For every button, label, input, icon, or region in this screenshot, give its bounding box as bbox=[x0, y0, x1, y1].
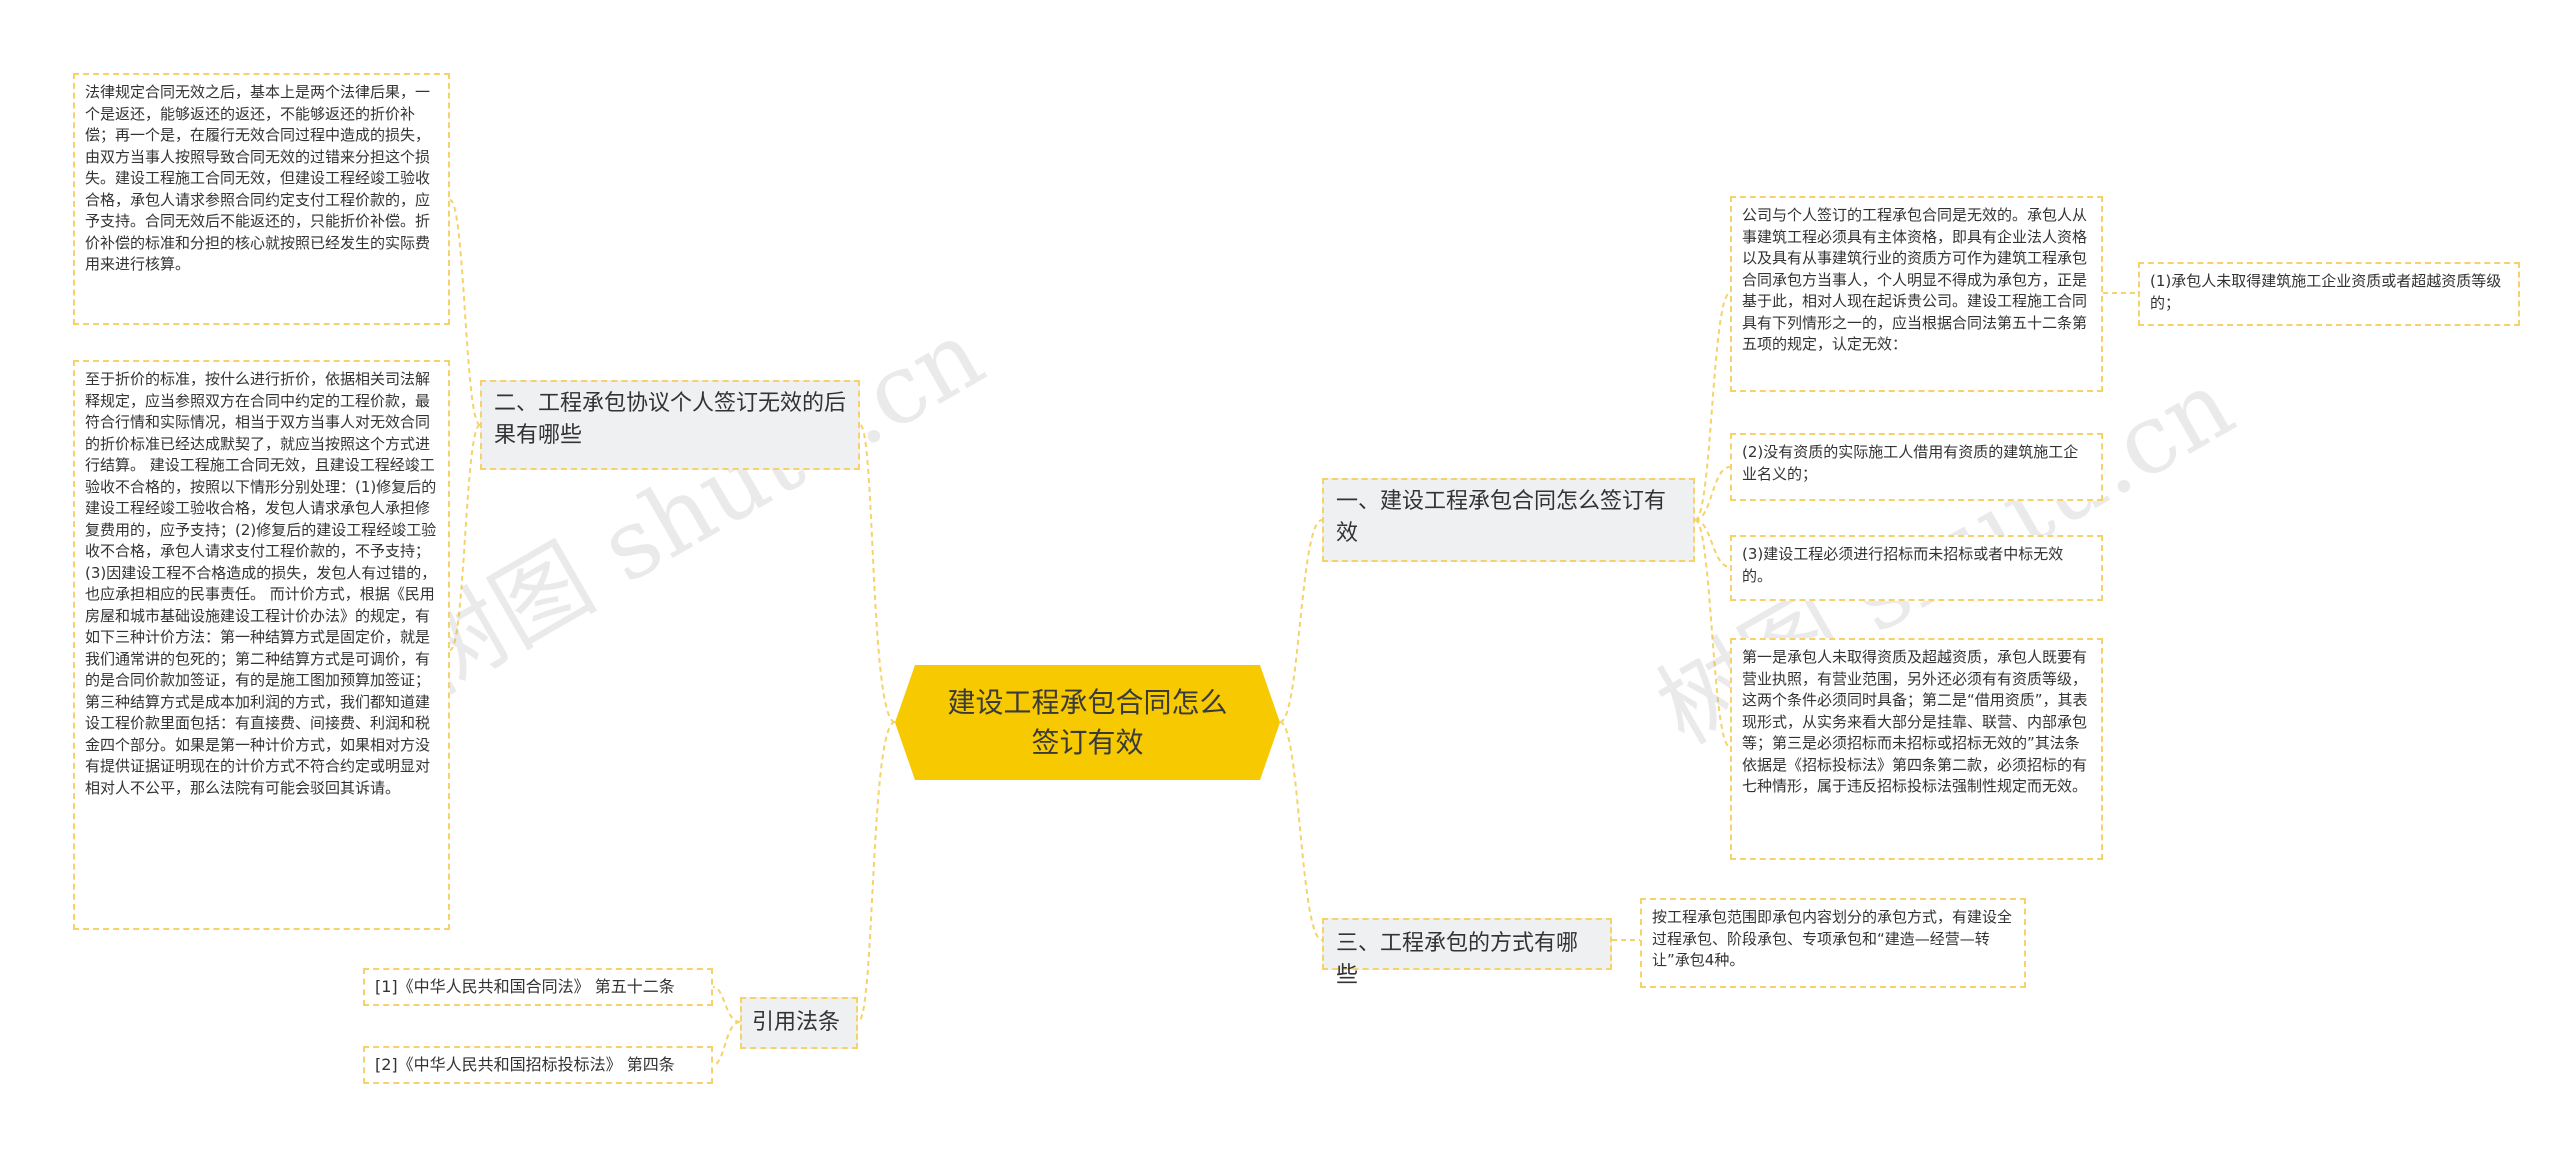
law-reference-1[interactable]: [1]《中华人民共和国合同法》 第五十二条 bbox=[363, 968, 713, 1006]
root-title: 建设工程承包合同怎么签订有效 bbox=[947, 685, 1228, 759]
law-reference-2[interactable]: [2]《中华人民共和国招标投标法》 第四条 bbox=[363, 1046, 713, 1084]
branch-contract-methods[interactable]: 三、工程承包的方式有哪些 bbox=[1322, 918, 1612, 988]
leaf-how-1[interactable]: 公司与个人签订的工程承包合同是无效的。承包人从事建筑工程必须具有主体资格，即具有… bbox=[1730, 196, 2103, 392]
leaf-how-2[interactable]: (2)没有资质的实际施工人借用有资质的建筑施工企业名义的； bbox=[1730, 433, 2103, 501]
leaf-methods-1[interactable]: 按工程承包范围即承包内容划分的承包方式，有建设全过程承包、阶段承包、专项承包和“… bbox=[1640, 898, 2026, 988]
leaf-consequence-1[interactable]: 法律规定合同无效之后，基本上是两个法律后果，一个是返还，能够返还的返还，不能够返… bbox=[73, 73, 450, 325]
leaf-how-3[interactable]: (3)建设工程必须进行招标而未招标或者中标无效的。 bbox=[1730, 535, 2103, 601]
root-node[interactable]: 建设工程承包合同怎么签订有效 bbox=[895, 665, 1280, 780]
branch-how-to-sign[interactable]: 一、建设工程承包合同怎么签订有效 bbox=[1322, 478, 1695, 562]
leaf-how-1-sub[interactable]: (1)承包人未取得建筑施工企业资质或者超越资质等级的； bbox=[2138, 262, 2520, 326]
leaf-how-4[interactable]: 第一是承包人未取得资质及超越资质，承包人既要有营业执照，有营业范围，另外还必须有… bbox=[1730, 638, 2103, 860]
branch-consequence[interactable]: 二、工程承包协议个人签订无效的后果有哪些 bbox=[480, 380, 860, 470]
branch-laws[interactable]: 引用法条 bbox=[740, 997, 858, 1049]
leaf-consequence-2[interactable]: 至于折价的标准，按什么进行折价，依据相关司法解释规定，应当参照双方在合同中约定的… bbox=[73, 360, 450, 930]
